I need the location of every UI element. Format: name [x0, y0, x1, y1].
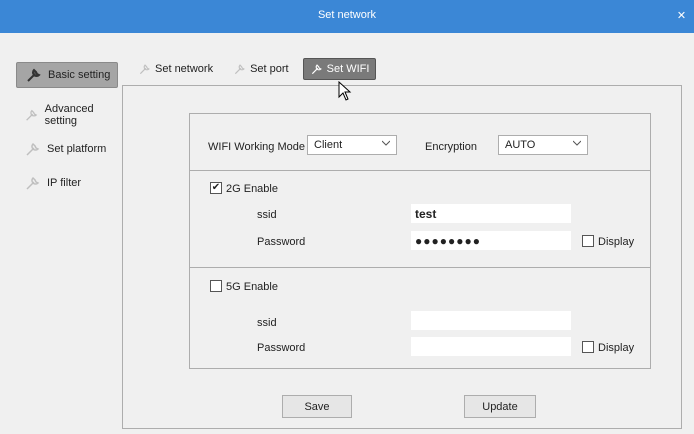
enable-2g-label: 2G Enable [226, 183, 278, 195]
chevron-down-icon [382, 140, 390, 146]
sidebar-item-advanced-setting[interactable]: Advanced setting [16, 102, 118, 128]
tab-set-wifi[interactable]: Set WIFI [302, 58, 377, 80]
wrench-icon [311, 64, 322, 75]
tab-label: Set network [155, 63, 214, 75]
sidebar-item-label: Set platform [47, 143, 107, 155]
sidebar-item-label: IP filter [47, 177, 82, 189]
tab-set-port[interactable]: Set port [227, 58, 295, 80]
encryption-label: Encryption [425, 141, 477, 153]
wrench-icon [26, 176, 40, 190]
mouse-cursor-icon [338, 81, 352, 101]
wrench-icon [26, 142, 40, 156]
display-2g-label: Display [598, 236, 635, 248]
enable-2g-checkbox[interactable]: ✔ [210, 182, 222, 194]
title-bar: Set network ✕ [0, 0, 694, 33]
tab-label: Set WIFI [326, 63, 370, 75]
chevron-down-icon [573, 140, 581, 146]
sidebar-item-ip-filter[interactable]: IP filter [16, 170, 118, 196]
enable-5g-checkbox[interactable] [210, 280, 222, 292]
wifi-working-mode-label: WIFI Working Mode [208, 141, 305, 153]
encryption-value: AUTO [505, 139, 536, 151]
ssid-5g-input[interactable] [411, 311, 571, 330]
ssid-2g-input[interactable]: test [411, 204, 571, 223]
window-title: Set network [317, 9, 377, 21]
tab-set-network[interactable]: Set network [132, 58, 219, 80]
sidebar-item-label: Basic setting [48, 69, 111, 81]
close-button[interactable]: ✕ [675, 10, 688, 23]
display-5g-label: Display [598, 342, 635, 354]
enable-5g-label: 5G Enable [226, 281, 278, 293]
divider [189, 170, 651, 171]
check-icon: ✔ [211, 182, 221, 193]
wifi-working-mode-select[interactable]: Client [307, 135, 397, 155]
wrench-icon [235, 64, 245, 75]
encryption-select[interactable]: AUTO [498, 135, 588, 155]
sidebar-item-label: Advanced setting [44, 103, 94, 127]
wrench-icon [26, 109, 38, 121]
wrench-icon [139, 64, 150, 75]
password-5g-input[interactable] [411, 337, 571, 356]
wifi-working-mode-value: Client [314, 139, 343, 151]
password-5g-label: Password [257, 342, 306, 354]
save-button[interactable]: Save [282, 395, 352, 418]
sidebar-item-set-platform[interactable]: Set platform [16, 136, 118, 162]
password-2g-input[interactable]: ●●●●●●●● [411, 231, 571, 250]
wrench-icon [27, 68, 41, 82]
tab-label: Set port [250, 63, 289, 75]
divider [189, 267, 651, 268]
display-2g-checkbox[interactable] [582, 235, 594, 247]
sidebar-item-basic-setting[interactable]: Basic setting [16, 62, 118, 88]
close-icon[interactable]: ✕ [677, 10, 686, 22]
ssid-5g-label: ssid [257, 317, 277, 329]
tab-bar: Set network Set port Set WIFI [132, 56, 384, 82]
ssid-2g-label: ssid [257, 209, 277, 221]
update-button[interactable]: Update [464, 395, 536, 418]
password-2g-label: Password [257, 236, 306, 248]
display-5g-checkbox[interactable] [582, 341, 594, 353]
